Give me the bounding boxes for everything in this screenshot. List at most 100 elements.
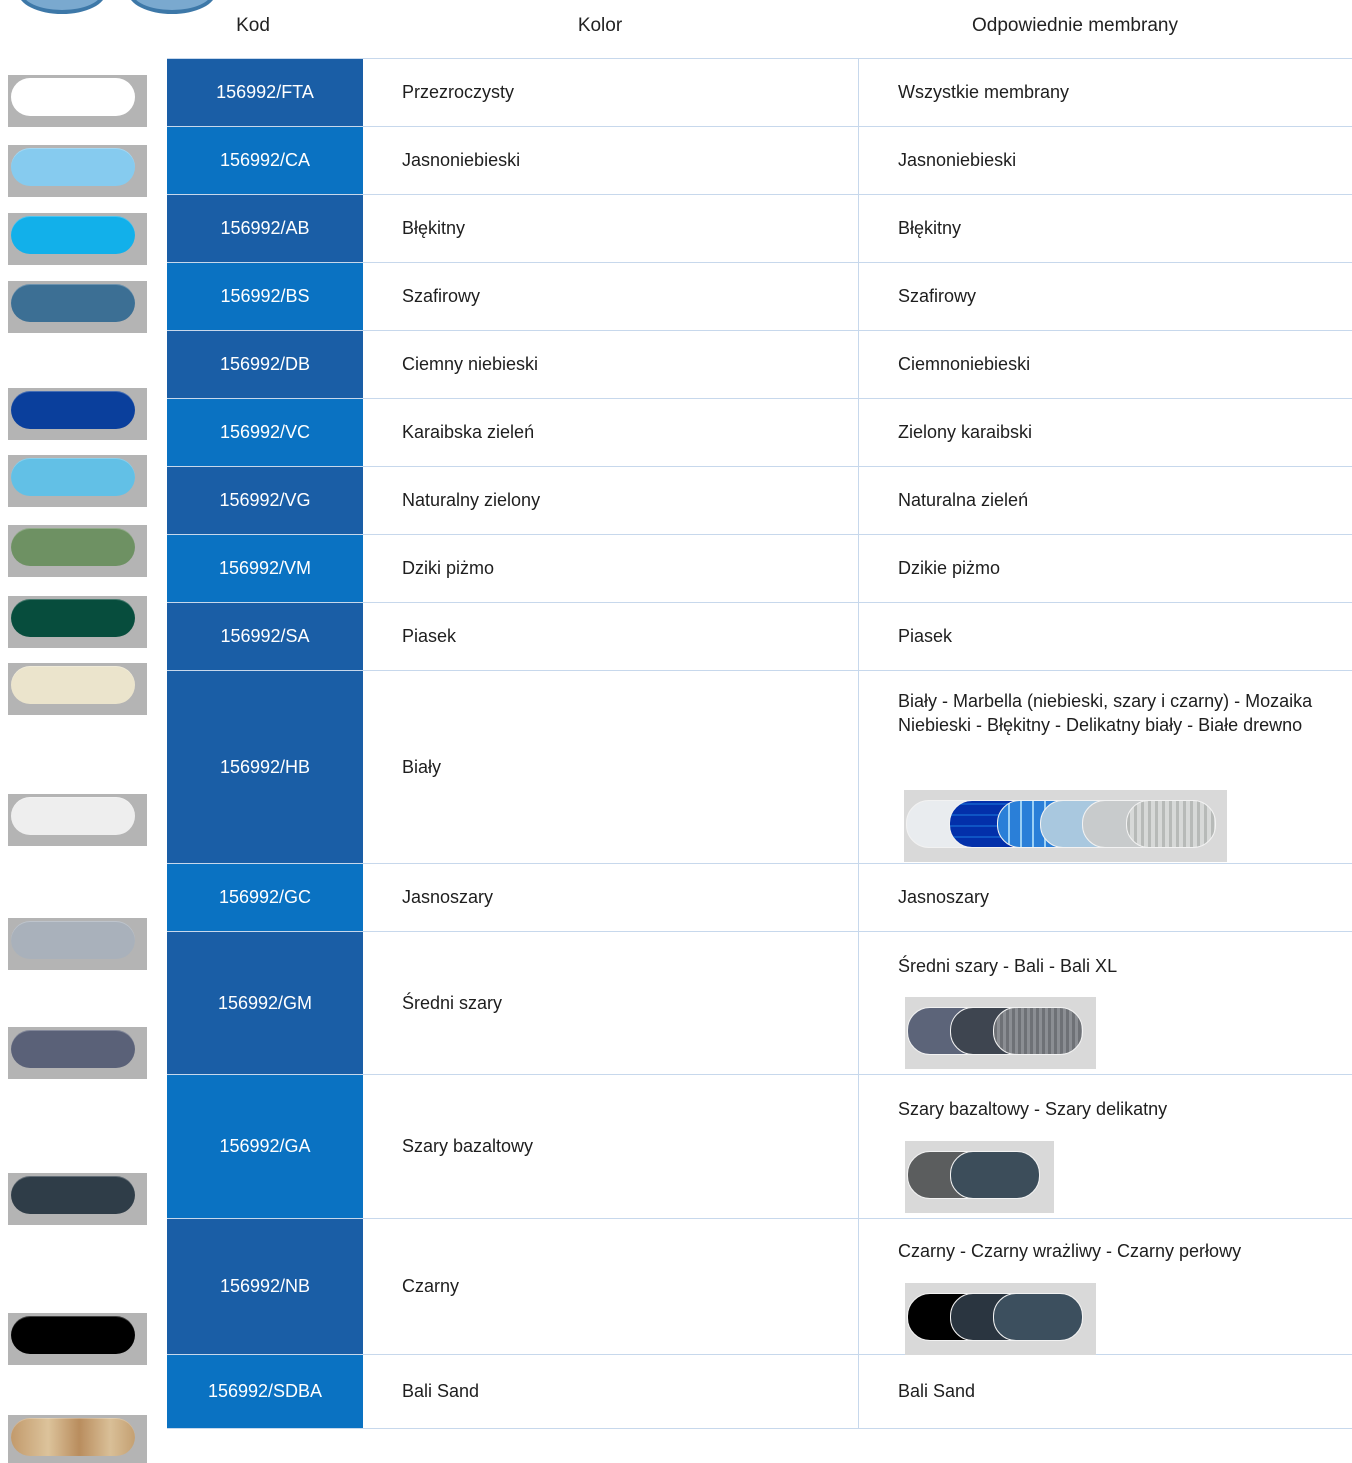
swatch-pill [11,1418,135,1456]
swatch-pill [11,391,135,429]
membrane-thumbnails [905,1283,1096,1355]
code-cell: 156992/BS [167,263,363,330]
swatch-pill [11,148,135,186]
membranes-cell: Jasnoszary [858,864,1352,931]
membranes-cell: Średni szary - Bali - Bali XL [858,932,1352,1074]
code-cell: 156992/SA [167,603,363,670]
swatch-sa [8,663,147,715]
swatch-vc [8,455,147,507]
swatch-gc [8,918,147,970]
code-cell: 156992/VC [167,399,363,466]
swatch-fta [8,75,147,127]
table-row: 156992/FTA Przezroczysty Wszystkie membr… [167,59,1352,127]
membranes-text: Biały - Marbella (niebieski, szary i cza… [898,691,1313,735]
code-cell: 156992/GM [167,932,363,1074]
color-cell: Błękitny [402,218,466,238]
code-cell: 156992/GC [167,864,363,931]
code-cell: 156992/GA [167,1075,363,1218]
membranes-cell: Biały - Marbella (niebieski, szary i cza… [858,671,1352,863]
color-cell: Szafirowy [402,286,481,306]
membranes-text: Średni szary - Bali - Bali XL [898,956,1118,976]
code-cell: 156992/VG [167,467,363,534]
table-row: 156992/VC Karaibska zieleń Zielony karai… [167,399,1352,467]
membranes-cell: Jasnoniebieski [858,127,1352,194]
code-cell: 156992/CA [167,127,363,194]
swatch-gm [8,1027,147,1079]
membranes-cell: Błękitny [858,195,1352,262]
color-cell: Piasek [402,626,457,646]
membranes-cell: Naturalna zieleń [858,467,1352,534]
table-row: 156992/GC Jasnoszary Jasnoszary [167,864,1352,932]
membranes-cell: Wszystkie membrany [858,59,1352,126]
code-cell: 156992/VM [167,535,363,602]
color-cell: Jasnoszary [402,887,494,907]
color-cell: Ciemny niebieski [402,354,539,374]
color-cell: Jasnoniebieski [402,150,521,170]
table-row: 156992/NB Czarny Czarny - Czarny wrażliw… [167,1219,1352,1355]
header-membranes: Odpowiednie membrany [972,15,1178,36]
table-row: 156992/SA Piasek Piasek [167,603,1352,671]
color-cell: Przezroczysty [402,82,515,102]
membranes-cell: Zielony karaibski [858,399,1352,466]
swatch-pill [11,1176,135,1214]
table-row: 156992/VG Naturalny zielony Naturalna zi… [167,467,1352,535]
color-cell: Bali Sand [402,1381,480,1401]
table-row: 156992/CA Jasnoniebieski Jasnoniebieski [167,127,1352,195]
table-row: 156992/DB Ciemny niebieski Ciemnoniebies… [167,331,1352,399]
swatch-nb [8,1313,147,1365]
membrane-thumbnails [905,1141,1054,1213]
swatch-pill [11,528,135,566]
code-cell: 156992/HB [167,671,363,863]
swatch-ga [8,1173,147,1225]
color-cell: Karaibska zieleń [402,422,535,442]
swatch-pill [11,1316,135,1354]
table-row: 156992/HB Biały Biały - Marbella (niebie… [167,671,1352,864]
membranes-cell: Dzikie piżmo [858,535,1352,602]
swatch-vm [8,596,147,648]
membranes-cell: Ciemnoniebieski [858,331,1352,398]
code-cell: 156992/FTA [167,59,363,126]
top-decor-shape-1 [18,0,106,14]
swatch-db [8,388,147,440]
membranes-cell: Szafirowy [858,263,1352,330]
swatch-ab [8,213,147,265]
code-cell: 156992/SDBA [167,1355,363,1428]
table-row: 156992/GA Szary bazaltowy Szary bazaltow… [167,1075,1352,1219]
table-row: 156992/GM Średni szary Średni szary - Ba… [167,932,1352,1075]
membranes-text: Czarny - Czarny wrażliwy - Czarny perłow… [898,1241,1242,1261]
membranes-cell: Szary bazaltowy - Szary delikatny [858,1075,1352,1218]
membrane-thumb-black-pearl [993,1293,1083,1341]
header-code: Kod [236,15,270,36]
swatch-pill [11,458,135,496]
membrane-thumb-delicate-grey [950,1151,1040,1199]
membrane-thumb-bali-xl [993,1007,1083,1055]
header-color: Kolor [577,15,623,36]
membranes-cell: Bali Sand [858,1355,1352,1428]
color-cell: Średni szary [402,992,503,1013]
membrane-thumbnails [905,997,1096,1069]
code-cell: 156992/DB [167,331,363,398]
swatch-pill [11,284,135,322]
membrane-thumb-white-wood [1126,800,1216,848]
swatch-vg [8,525,147,577]
swatch-pill [11,1030,135,1068]
color-cell: Dziki piżmo [402,558,495,578]
swatch-pill [11,78,135,116]
swatch-pill [11,216,135,254]
swatch-pill [11,666,135,704]
swatch-pill [11,599,135,637]
color-cell: Biały [402,756,442,777]
table-row: 156992/AB Błękitny Błękitny [167,195,1352,263]
color-cell: Czarny [402,1276,460,1296]
table-row: 156992/SDBA Bali Sand Bali Sand [167,1355,1352,1429]
code-cell: 156992/AB [167,195,363,262]
membrane-thumbnails [904,790,1227,862]
table-row: 156992/BS Szafirowy Szafirowy [167,263,1352,331]
membranes-text: Szary bazaltowy - Szary delikatny [898,1099,1168,1119]
swatch-ca [8,145,147,197]
swatch-bs [8,281,147,333]
code-cell: 156992/NB [167,1219,363,1354]
membranes-cell: Piasek [858,603,1352,670]
swatch-pill [11,797,135,835]
color-cell: Szary bazaltowy [402,1136,534,1156]
